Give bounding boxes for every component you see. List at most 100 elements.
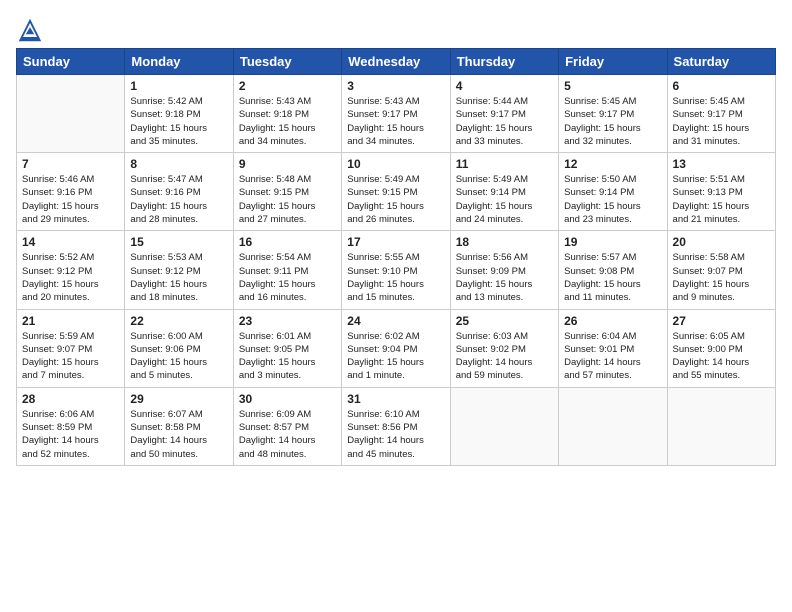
day-info: Sunrise: 6:05 AM Sunset: 9:00 PM Dayligh… — [673, 330, 770, 383]
day-info: Sunrise: 5:47 AM Sunset: 9:16 PM Dayligh… — [130, 173, 227, 226]
calendar-day-cell: 13Sunrise: 5:51 AM Sunset: 9:13 PM Dayli… — [667, 153, 775, 231]
calendar-day-cell: 4Sunrise: 5:44 AM Sunset: 9:17 PM Daylig… — [450, 75, 558, 153]
day-number: 16 — [239, 235, 336, 249]
day-number: 7 — [22, 157, 119, 171]
day-info: Sunrise: 6:00 AM Sunset: 9:06 PM Dayligh… — [130, 330, 227, 383]
day-info: Sunrise: 5:49 AM Sunset: 9:14 PM Dayligh… — [456, 173, 553, 226]
day-info: Sunrise: 5:52 AM Sunset: 9:12 PM Dayligh… — [22, 251, 119, 304]
calendar-day-cell: 6Sunrise: 5:45 AM Sunset: 9:17 PM Daylig… — [667, 75, 775, 153]
page-header — [16, 16, 776, 44]
day-number: 12 — [564, 157, 661, 171]
logo-icon — [16, 16, 44, 44]
calendar-day-cell: 7 Sunrise: 5:46 AM Sunset: 9:16 PM Daylig… — [17, 153, 125, 231]
day-number: 4 — [456, 79, 553, 93]
calendar-day-cell: 22 Sunrise: 6:00 AM Sunset: 9:06 PM Dayli… — [125, 309, 233, 387]
calendar-day-cell: 2Sunrise: 5:43 AM Sunset: 9:18 PM Daylig… — [233, 75, 341, 153]
day-info: Sunrise: 5:48 AM Sunset: 9:15 PM Dayligh… — [239, 173, 336, 226]
calendar-day-cell: 16Sunrise: 5:54 AM Sunset: 9:11 PM Dayli… — [233, 231, 341, 309]
calendar-day-cell — [667, 387, 775, 465]
calendar-day-cell — [559, 387, 667, 465]
day-of-week-header: Sunday — [17, 49, 125, 75]
calendar-day-cell: 15 Sunrise: 5:53 AM Sunset: 9:12 PM Dayli… — [125, 231, 233, 309]
day-info: Sunrise: 5:59 AM Sunset: 9:07 PM Dayligh… — [22, 330, 119, 383]
calendar-week-row: 28Sunrise: 6:06 AM Sunset: 8:59 PM Dayli… — [17, 387, 776, 465]
calendar-day-cell: 14Sunrise: 5:52 AM Sunset: 9:12 PM Dayli… — [17, 231, 125, 309]
calendar-day-cell: 17Sunrise: 5:55 AM Sunset: 9:10 PM Dayli… — [342, 231, 450, 309]
day-number: 1 — [130, 79, 227, 93]
day-number: 3 — [347, 79, 444, 93]
calendar-day-cell: 25 Sunrise: 6:03 AM Sunset: 9:02 PM Dayli… — [450, 309, 558, 387]
day-of-week-header: Tuesday — [233, 49, 341, 75]
day-number: 22 — [130, 314, 227, 328]
day-info: Sunrise: 6:01 AM Sunset: 9:05 PM Dayligh… — [239, 330, 336, 383]
day-number: 29 — [130, 392, 227, 406]
day-of-week-header: Friday — [559, 49, 667, 75]
day-number: 21 — [22, 314, 119, 328]
day-info: Sunrise: 6:06 AM Sunset: 8:59 PM Dayligh… — [22, 408, 119, 461]
day-info: Sunrise: 5:49 AM Sunset: 9:15 PM Dayligh… — [347, 173, 444, 226]
day-info: Sunrise: 6:10 AM Sunset: 8:56 PM Dayligh… — [347, 408, 444, 461]
calendar-table: SundayMondayTuesdayWednesdayThursdayFrid… — [16, 48, 776, 466]
day-number: 13 — [673, 157, 770, 171]
calendar-day-cell: 24 Sunrise: 6:02 AM Sunset: 9:04 PM Dayli… — [342, 309, 450, 387]
day-number: 20 — [673, 235, 770, 249]
calendar-day-cell — [450, 387, 558, 465]
day-info: Sunrise: 6:04 AM Sunset: 9:01 PM Dayligh… — [564, 330, 661, 383]
calendar-day-cell: 12 Sunrise: 5:50 AM Sunset: 9:14 PM Dayli… — [559, 153, 667, 231]
day-number: 2 — [239, 79, 336, 93]
calendar-day-cell: 18 Sunrise: 5:56 AM Sunset: 9:09 PM Dayli… — [450, 231, 558, 309]
day-number: 17 — [347, 235, 444, 249]
day-number: 25 — [456, 314, 553, 328]
day-number: 19 — [564, 235, 661, 249]
calendar-day-cell: 28Sunrise: 6:06 AM Sunset: 8:59 PM Dayli… — [17, 387, 125, 465]
day-number: 10 — [347, 157, 444, 171]
day-number: 23 — [239, 314, 336, 328]
day-number: 30 — [239, 392, 336, 406]
calendar-day-cell: 31 Sunrise: 6:10 AM Sunset: 8:56 PM Dayli… — [342, 387, 450, 465]
calendar-week-row: 7 Sunrise: 5:46 AM Sunset: 9:16 PM Daylig… — [17, 153, 776, 231]
day-info: Sunrise: 5:50 AM Sunset: 9:14 PM Dayligh… — [564, 173, 661, 226]
calendar-day-cell — [17, 75, 125, 153]
day-of-week-header: Saturday — [667, 49, 775, 75]
day-number: 5 — [564, 79, 661, 93]
calendar-day-cell: 30 Sunrise: 6:09 AM Sunset: 8:57 PM Dayli… — [233, 387, 341, 465]
calendar-day-cell: 5Sunrise: 5:45 AM Sunset: 9:17 PM Daylig… — [559, 75, 667, 153]
day-info: Sunrise: 6:02 AM Sunset: 9:04 PM Dayligh… — [347, 330, 444, 383]
day-info: Sunrise: 5:56 AM Sunset: 9:09 PM Dayligh… — [456, 251, 553, 304]
day-info: Sunrise: 6:07 AM Sunset: 8:58 PM Dayligh… — [130, 408, 227, 461]
calendar-week-row: 21 Sunrise: 5:59 AM Sunset: 9:07 PM Dayli… — [17, 309, 776, 387]
day-number: 24 — [347, 314, 444, 328]
calendar-day-cell: 1 Sunrise: 5:42 AM Sunset: 9:18 PM Daylig… — [125, 75, 233, 153]
day-number: 15 — [130, 235, 227, 249]
calendar-day-cell: 19 Sunrise: 5:57 AM Sunset: 9:08 PM Dayli… — [559, 231, 667, 309]
day-of-week-header: Thursday — [450, 49, 558, 75]
calendar-week-row: 1 Sunrise: 5:42 AM Sunset: 9:18 PM Daylig… — [17, 75, 776, 153]
logo — [16, 16, 48, 44]
day-number: 31 — [347, 392, 444, 406]
day-number: 27 — [673, 314, 770, 328]
day-info: Sunrise: 5:43 AM Sunset: 9:17 PM Dayligh… — [347, 95, 444, 148]
day-number: 26 — [564, 314, 661, 328]
day-number: 9 — [239, 157, 336, 171]
day-number: 8 — [130, 157, 227, 171]
calendar-day-cell: 8 Sunrise: 5:47 AM Sunset: 9:16 PM Daylig… — [125, 153, 233, 231]
calendar-day-cell: 10 Sunrise: 5:49 AM Sunset: 9:15 PM Dayli… — [342, 153, 450, 231]
day-info: Sunrise: 5:42 AM Sunset: 9:18 PM Dayligh… — [130, 95, 227, 148]
day-info: Sunrise: 5:45 AM Sunset: 9:17 PM Dayligh… — [673, 95, 770, 148]
day-info: Sunrise: 6:03 AM Sunset: 9:02 PM Dayligh… — [456, 330, 553, 383]
day-info: Sunrise: 6:09 AM Sunset: 8:57 PM Dayligh… — [239, 408, 336, 461]
day-info: Sunrise: 5:58 AM Sunset: 9:07 PM Dayligh… — [673, 251, 770, 304]
day-number: 11 — [456, 157, 553, 171]
day-info: Sunrise: 5:46 AM Sunset: 9:16 PM Dayligh… — [22, 173, 119, 226]
calendar-day-cell: 11 Sunrise: 5:49 AM Sunset: 9:14 PM Dayli… — [450, 153, 558, 231]
day-info: Sunrise: 5:53 AM Sunset: 9:12 PM Dayligh… — [130, 251, 227, 304]
calendar-day-cell: 23 Sunrise: 6:01 AM Sunset: 9:05 PM Dayli… — [233, 309, 341, 387]
calendar-day-cell: 27 Sunrise: 6:05 AM Sunset: 9:00 PM Dayli… — [667, 309, 775, 387]
calendar-week-row: 14Sunrise: 5:52 AM Sunset: 9:12 PM Dayli… — [17, 231, 776, 309]
calendar-day-cell: 21 Sunrise: 5:59 AM Sunset: 9:07 PM Dayli… — [17, 309, 125, 387]
day-of-week-header: Monday — [125, 49, 233, 75]
day-number: 18 — [456, 235, 553, 249]
day-info: Sunrise: 5:57 AM Sunset: 9:08 PM Dayligh… — [564, 251, 661, 304]
calendar-day-cell: 26 Sunrise: 6:04 AM Sunset: 9:01 PM Dayli… — [559, 309, 667, 387]
calendar-day-cell: 9 Sunrise: 5:48 AM Sunset: 9:15 PM Daylig… — [233, 153, 341, 231]
